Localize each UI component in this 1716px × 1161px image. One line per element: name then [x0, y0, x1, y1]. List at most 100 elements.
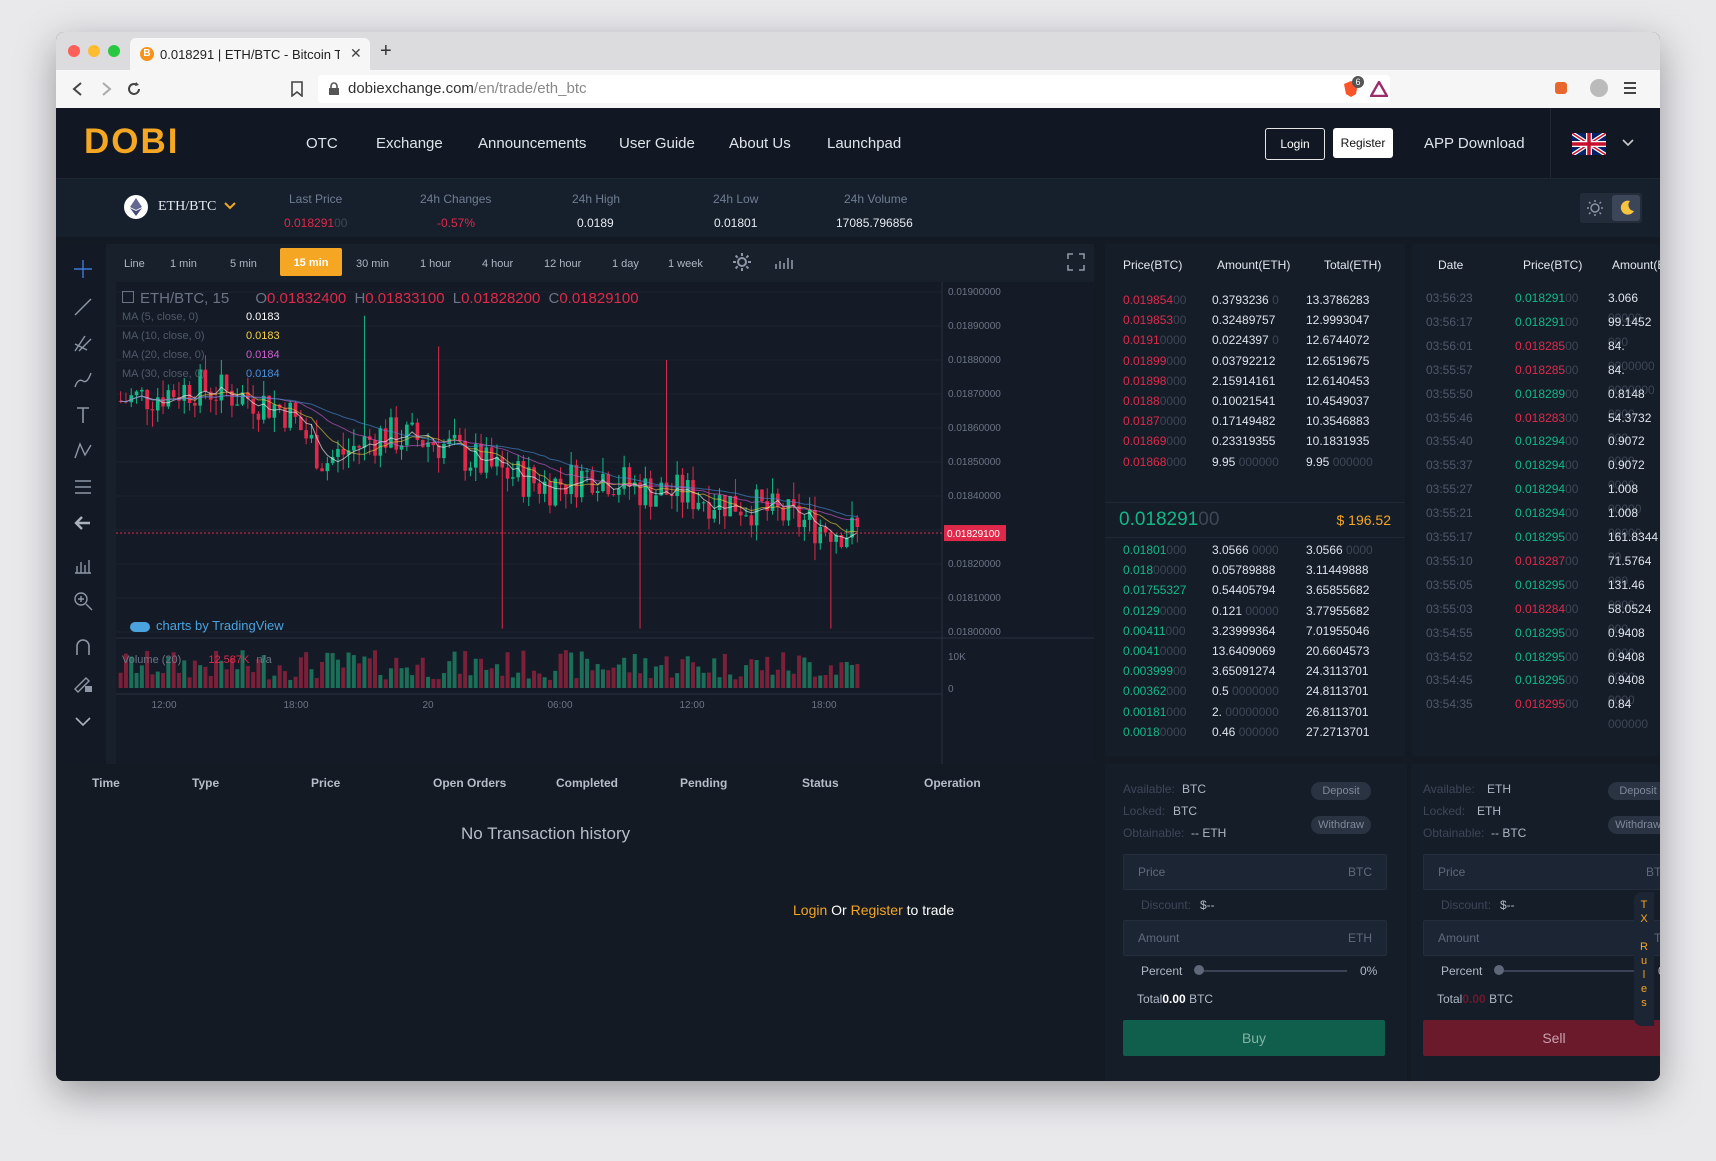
bid-row-price[interactable]: 0.01801000: [1123, 540, 1186, 560]
brave-rewards-icon[interactable]: [1370, 81, 1388, 97]
pair-chevron-icon[interactable]: [224, 202, 236, 210]
browser-tab[interactable]: B 0.018291 | ETH/BTC - Bitcoin To ✕: [130, 38, 370, 70]
arrow-left-icon[interactable]: [72, 512, 94, 534]
ask-row-price[interactable]: 0.01910000: [1123, 330, 1186, 350]
url-bar[interactable]: dobiexchange.com/en/trade/eth_btc 6: [318, 75, 1390, 103]
order-history: Time Type Price Open Orders Completed Pe…: [56, 764, 1096, 1081]
volume-bar: [176, 672, 181, 688]
ask-row-price[interactable]: 0.01899000: [1123, 351, 1186, 371]
timeframe-line[interactable]: Line: [124, 258, 145, 270]
login-button[interactable]: Login: [1265, 128, 1325, 160]
bid-row-price[interactable]: 0.00181000: [1123, 702, 1186, 722]
bid-row-price[interactable]: 0.01290000: [1123, 601, 1186, 621]
maximize-window-button[interactable]: [108, 45, 120, 57]
crosshair-icon[interactable]: [72, 258, 94, 280]
register-button[interactable]: Register: [1333, 128, 1393, 158]
chevron-down-icon[interactable]: [1622, 139, 1634, 147]
timeframe-12hour[interactable]: 12 hour: [544, 258, 581, 270]
app-download-link[interactable]: APP Download: [1424, 135, 1525, 152]
buy-total: Total0.00 BTC: [1137, 992, 1213, 1006]
minimize-window-button[interactable]: [88, 45, 100, 57]
zoom-in-icon[interactable]: [72, 590, 94, 612]
collapse-toolbar-icon[interactable]: [72, 710, 94, 732]
lock-drawings-icon[interactable]: [72, 672, 94, 694]
nav-user-guide[interactable]: User Guide: [619, 135, 695, 152]
bid-row-price[interactable]: 0.00362000: [1123, 681, 1186, 701]
new-tab-button[interactable]: +: [380, 40, 392, 63]
buy-percent-handle[interactable]: [1194, 965, 1204, 975]
bid-row-price[interactable]: 0.00399900: [1123, 661, 1186, 681]
nav-otc[interactable]: OTC: [306, 135, 338, 152]
timeframe-4hour[interactable]: 4 hour: [482, 258, 513, 270]
timeframe-5min[interactable]: 5 min: [230, 258, 257, 270]
extension-icon[interactable]: [1554, 81, 1568, 95]
timeframe-1hour[interactable]: 1 hour: [420, 258, 451, 270]
close-window-button[interactable]: [68, 45, 80, 57]
close-tab-icon[interactable]: ✕: [350, 45, 362, 62]
pair-selector[interactable]: ETH/BTC: [158, 199, 216, 215]
timeframe-1day[interactable]: 1 day: [612, 258, 639, 270]
buy-price-input[interactable]: Price BTC: [1123, 854, 1387, 890]
ask-row-price[interactable]: 0.01869000: [1123, 431, 1186, 451]
sell-percent-handle[interactable]: [1494, 965, 1504, 975]
bookmark-icon[interactable]: [290, 81, 304, 97]
pitchfork-icon[interactable]: [72, 332, 94, 354]
brush-icon[interactable]: [72, 368, 94, 390]
menu-icon[interactable]: [1624, 82, 1636, 94]
indicators-icon[interactable]: [774, 254, 794, 270]
tx-rules-tab[interactable]: TX Rules: [1634, 892, 1654, 1026]
uk-flag-icon[interactable]: [1572, 133, 1606, 155]
ask-row-price[interactable]: 0.01880000: [1123, 391, 1186, 411]
bid-row-price[interactable]: 0.00410000: [1123, 641, 1186, 661]
prompt-register-link[interactable]: Register: [851, 902, 903, 918]
ask-row-price[interactable]: 0.01898000: [1123, 371, 1186, 391]
pattern-icon[interactable]: [72, 440, 94, 462]
buy-deposit-button[interactable]: Deposit: [1311, 782, 1371, 800]
chart-area[interactable]: 0.01900000 0.01890000 0.01880000 0.01870000…: [116, 282, 1094, 788]
nav-launchpad[interactable]: Launchpad: [827, 135, 901, 152]
sell-amount-input[interactable]: Amount ETH: [1423, 920, 1660, 956]
trend-line-icon[interactable]: [72, 296, 94, 318]
measure-icon[interactable]: [72, 554, 94, 576]
buy-button[interactable]: Buy: [1123, 1020, 1385, 1056]
sell-withdraw-button[interactable]: Withdraw: [1608, 816, 1660, 834]
timeframe-30min[interactable]: 30 min: [356, 258, 389, 270]
ask-row-price[interactable]: 0.01870000: [1123, 411, 1186, 431]
site-logo[interactable]: DOBI: [84, 122, 180, 162]
timeframe-15min[interactable]: 15 min: [280, 248, 342, 276]
fullscreen-icon[interactable]: [1066, 252, 1086, 272]
sell-percent-slider[interactable]: [1497, 970, 1647, 972]
sell-deposit-button[interactable]: Deposit: [1608, 782, 1660, 800]
bid-row-price[interactable]: 0.01755327: [1123, 580, 1186, 600]
forward-icon[interactable]: [98, 81, 114, 97]
sell-button[interactable]: Sell: [1423, 1020, 1660, 1056]
theme-toggle[interactable]: [1580, 193, 1642, 223]
nav-exchange[interactable]: Exchange: [376, 135, 443, 152]
bid-row-price[interactable]: 0.00411000: [1123, 621, 1186, 641]
ask-row-price[interactable]: 0.01868000: [1123, 452, 1186, 472]
sell-price-input[interactable]: Price BTC: [1423, 854, 1660, 890]
bid-row-price[interactable]: 0.01800000: [1123, 560, 1186, 580]
moon-icon[interactable]: [1618, 199, 1636, 217]
tradingview-watermark[interactable]: charts by TradingView: [130, 618, 284, 633]
buy-withdraw-button[interactable]: Withdraw: [1311, 816, 1371, 834]
ask-row-price[interactable]: 0.01985300: [1123, 310, 1186, 330]
back-icon[interactable]: [70, 81, 86, 97]
magnet-icon[interactable]: [72, 636, 94, 658]
profile-icon[interactable]: [1590, 79, 1608, 97]
nav-announcements[interactable]: Announcements: [478, 135, 586, 152]
text-tool-icon[interactable]: [72, 404, 94, 426]
bid-row-price[interactable]: 0.00180000: [1123, 722, 1186, 742]
fib-icon[interactable]: [72, 476, 94, 498]
prompt-login-link[interactable]: Login: [793, 902, 827, 918]
reload-icon[interactable]: [126, 81, 142, 97]
settings-icon[interactable]: [732, 252, 752, 272]
ask-row-price[interactable]: 0.01985400: [1123, 290, 1186, 310]
buy-percent-slider[interactable]: [1197, 970, 1347, 972]
sun-icon[interactable]: [1586, 199, 1604, 217]
timeframe-1week[interactable]: 1 week: [668, 258, 703, 270]
legend-collapse-icon[interactable]: [122, 291, 134, 303]
buy-amount-input[interactable]: Amount ETH: [1123, 920, 1387, 956]
nav-about-us[interactable]: About Us: [729, 135, 791, 152]
timeframe-1min[interactable]: 1 min: [170, 258, 197, 270]
